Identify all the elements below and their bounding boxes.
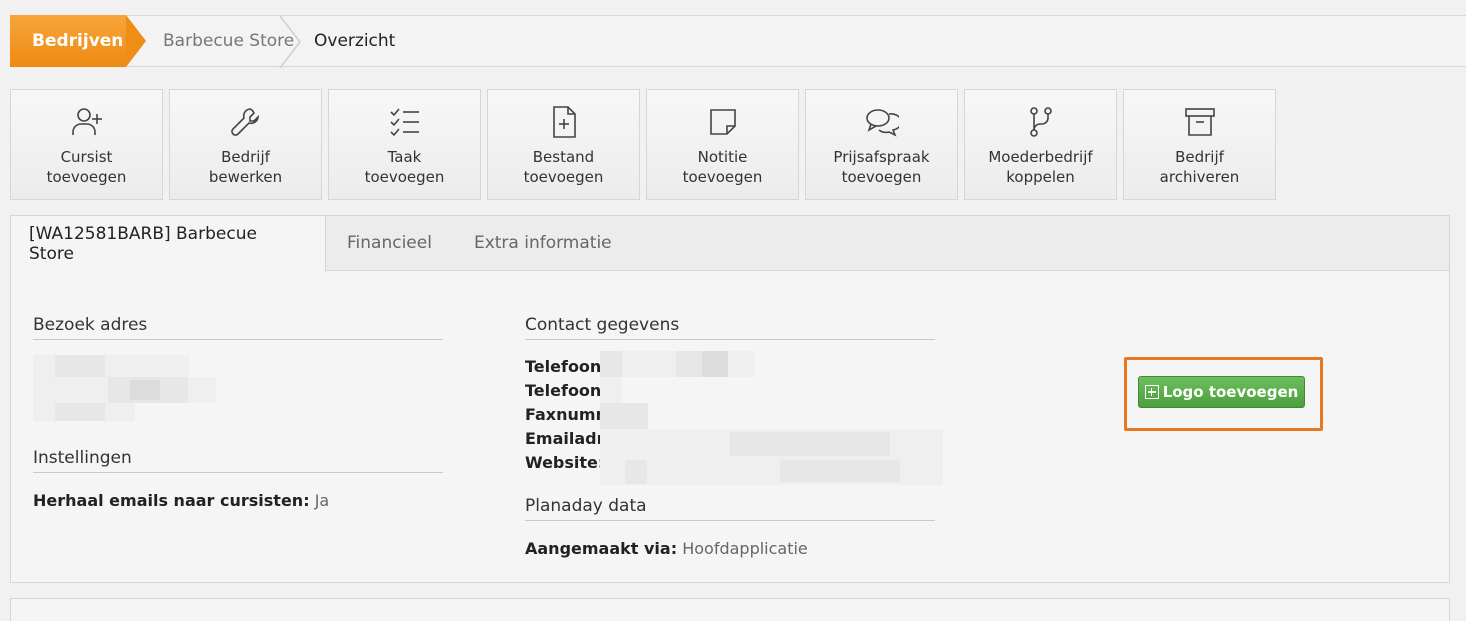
tool-label: Prijsafspraak toevoegen bbox=[833, 148, 930, 186]
user-plus-icon bbox=[71, 108, 102, 135]
tool-label: Moederbedrijf koppelen bbox=[988, 148, 1093, 186]
action-toolbar: Cursist toevoegen Bedrijf bewerken Taak … bbox=[10, 89, 1276, 200]
repeat-emails-value: Ja bbox=[314, 491, 330, 510]
breadcrumb-overzicht: Overzicht bbox=[302, 16, 395, 66]
created-via-value: Hoofdapplicatie bbox=[682, 539, 808, 558]
sticky-note-icon bbox=[709, 109, 736, 135]
breadcrumb-label: Overzicht bbox=[314, 31, 396, 51]
plus-box-icon bbox=[1144, 385, 1159, 399]
breadcrumb-bedrijven[interactable]: Bedrijven bbox=[10, 15, 146, 67]
tool-label: Bedrijf archiveren bbox=[1159, 148, 1240, 186]
tab-company-overview[interactable]: [WA12581BARB] Barbecue Store bbox=[11, 216, 326, 272]
breadcrumb: Bedrijven Barbecue Store Overzicht bbox=[10, 15, 1466, 68]
breadcrumb-label: Barbecue Store bbox=[163, 31, 295, 51]
archive-company-button[interactable]: Bedrijf archiveren bbox=[1123, 89, 1276, 200]
breadcrumb-barbecue-store[interactable]: Barbecue Store bbox=[126, 16, 302, 68]
archive-icon bbox=[1184, 108, 1215, 136]
tab-extra-informatie[interactable]: Extra informatie bbox=[453, 216, 633, 270]
tool-label: Bedrijf bewerken bbox=[208, 148, 283, 186]
contact-label-phone-2: Telefoon bbox=[525, 381, 601, 400]
checklist-icon bbox=[389, 108, 419, 137]
contact-details-title: Contact gegevens bbox=[525, 315, 935, 340]
tab-bar: [WA12581BARB] Barbecue Store Financieel … bbox=[11, 216, 1449, 272]
add-file-button[interactable]: Bestand toevoegen bbox=[487, 89, 640, 200]
tool-label: Bestand toevoegen bbox=[523, 148, 604, 186]
contact-label-website: Website: bbox=[525, 453, 604, 472]
visit-address-title: Bezoek adres bbox=[33, 315, 443, 340]
planaday-data-title: Planaday data bbox=[525, 496, 935, 521]
repeat-emails-setting: Herhaal emails naar cursisten: Ja bbox=[33, 491, 329, 510]
branch-icon bbox=[1029, 107, 1052, 137]
tool-label: Taak toevoegen bbox=[364, 148, 445, 186]
contact-label-email: Emailadr bbox=[525, 429, 605, 448]
add-student-button[interactable]: Cursist toevoegen bbox=[10, 89, 163, 200]
tool-label: Notitie toevoegen bbox=[682, 148, 763, 186]
add-price-agreement-button[interactable]: Prijsafspraak toevoegen bbox=[805, 89, 958, 200]
add-note-button[interactable]: Notitie toevoegen bbox=[646, 89, 799, 200]
add-logo-label: Logo toevoegen bbox=[1162, 383, 1299, 401]
link-parent-company-button[interactable]: Moederbedrijf koppelen bbox=[964, 89, 1117, 200]
add-task-button[interactable]: Taak toevoegen bbox=[328, 89, 481, 200]
wrench-icon bbox=[230, 108, 259, 136]
tab-financieel[interactable]: Financieel bbox=[326, 216, 453, 270]
breadcrumb-label: Bedrijven bbox=[32, 31, 124, 51]
repeat-emails-label: Herhaal emails naar cursisten: bbox=[33, 491, 310, 510]
settings-title: Instellingen bbox=[33, 448, 443, 473]
created-via-field: Aangemaakt via: Hoofdapplicatie bbox=[525, 539, 808, 558]
chat-bubbles-icon bbox=[865, 109, 899, 137]
contact-label-phone: Telefoon bbox=[525, 357, 601, 376]
tool-label: Cursist toevoegen bbox=[46, 148, 127, 186]
created-via-label: Aangemaakt via: bbox=[525, 539, 678, 558]
edit-company-button[interactable]: Bedrijf bewerken bbox=[169, 89, 322, 200]
contact-label-text: Telefoon bbox=[525, 381, 602, 400]
breadcrumb-separator-icon bbox=[279, 16, 301, 68]
contact-label-text: Emailadr bbox=[525, 429, 605, 448]
add-logo-button[interactable]: Logo toevoegen bbox=[1138, 376, 1305, 408]
lower-panel bbox=[10, 598, 1450, 621]
contact-label-text: Website: bbox=[525, 453, 605, 472]
contact-label-text: Telefoon bbox=[525, 357, 602, 376]
file-plus-icon bbox=[552, 106, 576, 138]
